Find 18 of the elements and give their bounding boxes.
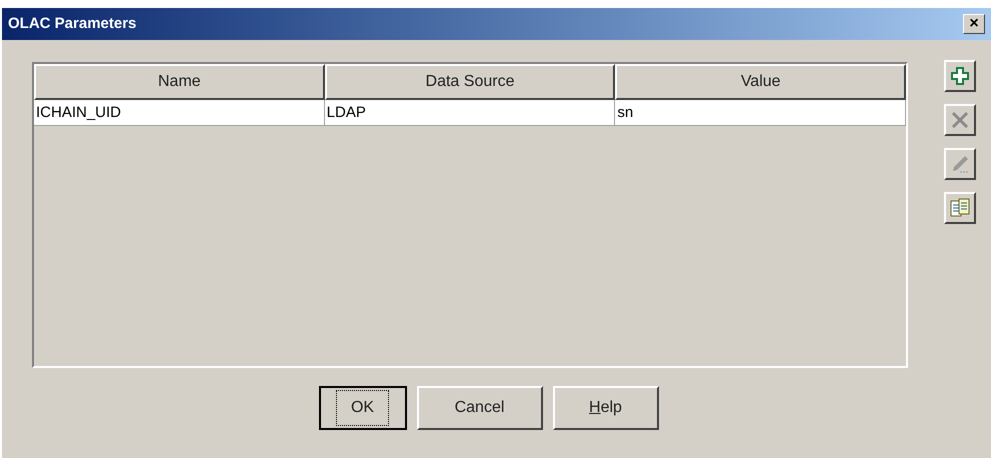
column-header[interactable]: Data Source bbox=[324, 64, 616, 100]
column-header[interactable]: Value bbox=[615, 64, 906, 100]
cancel-button[interactable]: Cancel bbox=[416, 386, 542, 430]
table-cell: LDAP bbox=[324, 100, 616, 126]
window-title: OLAC Parameters bbox=[8, 14, 136, 34]
help-button[interactable]: Help bbox=[552, 386, 658, 430]
table-cell: sn bbox=[615, 100, 906, 126]
close-button[interactable]: × bbox=[963, 14, 985, 34]
table-cell: ICHAIN_UID bbox=[34, 100, 325, 126]
documents-icon bbox=[949, 197, 971, 219]
ok-button[interactable]: OK bbox=[318, 386, 406, 430]
plus-icon bbox=[950, 66, 970, 86]
copy-button[interactable] bbox=[944, 192, 976, 224]
pencil-icon bbox=[950, 154, 970, 174]
column-header[interactable]: Name bbox=[34, 64, 325, 100]
add-button[interactable] bbox=[944, 60, 976, 92]
table-row[interactable]: ICHAIN_UID LDAP sn bbox=[34, 100, 906, 126]
delete-icon bbox=[950, 110, 970, 130]
